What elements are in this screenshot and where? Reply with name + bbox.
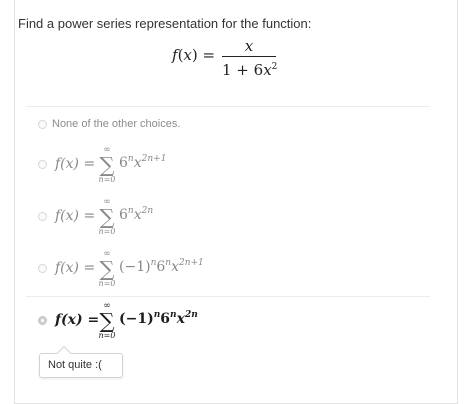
formula-lhs: f(x) =	[55, 260, 96, 276]
function-fraction: x 1 + 6x2	[222, 37, 278, 79]
radio-button[interactable]	[38, 120, 47, 129]
sum-symbol: ∑	[99, 153, 115, 177]
sum-lower-limit: n=0	[98, 175, 116, 184]
fraction-bar	[222, 56, 276, 57]
series-term: 6nx2n	[119, 206, 154, 223]
divider	[26, 296, 430, 297]
answer-option-1[interactable]: f(x) = ∞ ∑ n=0 6nx2n+1	[26, 145, 430, 187]
summation: ∞ ∑ n=0	[97, 146, 117, 185]
question-prompt: Find a power series representation for t…	[18, 16, 312, 31]
formula-lhs: f(x) =	[55, 312, 100, 328]
sum-symbol: ∑	[99, 205, 115, 229]
sum-lower-limit: n=0	[98, 227, 116, 236]
fraction-numerator: x	[244, 37, 254, 55]
answer-option-3[interactable]: f(x) = ∞ ∑ n=0 (−1)n6nx2n+1	[26, 249, 430, 291]
feedback-tooltip: Not quite :(	[39, 353, 123, 378]
option-label: None of the other choices.	[52, 118, 181, 130]
radio-button[interactable]	[38, 212, 47, 221]
answer-option-2[interactable]: f(x) = ∞ ∑ n=0 6nx2n	[26, 197, 430, 239]
fraction-denominator: 1 + 6x2	[222, 61, 278, 79]
sum-lower-limit: n=0	[98, 331, 116, 340]
sum-symbol: ∑	[99, 257, 115, 281]
formula-lhs: f(x) =	[55, 208, 96, 224]
series-term: (−1)n6nx2n+1	[119, 258, 204, 275]
formula-lhs: f(x) =	[55, 156, 96, 172]
answer-option-none[interactable]: None of the other choices.	[26, 118, 430, 140]
series-term: 6nx2n+1	[119, 154, 167, 171]
summation: ∞ ∑ n=0	[97, 250, 117, 289]
function-lhs: f(x) =	[172, 46, 216, 64]
radio-button-selected[interactable]	[38, 316, 47, 325]
sum-lower-limit: n=0	[98, 279, 116, 288]
sum-symbol: ∑	[99, 309, 115, 333]
series-term: (−1)n6nx2n	[119, 310, 198, 327]
divider	[26, 106, 430, 107]
summation: ∞ ∑ n=0	[97, 198, 117, 237]
radio-button[interactable]	[38, 264, 47, 273]
answer-option-4[interactable]: f(x) = ∞ ∑ n=0 (−1)n6nx2n	[26, 301, 430, 345]
summation: ∞ ∑ n=0	[97, 302, 117, 341]
radio-button[interactable]	[38, 160, 47, 169]
